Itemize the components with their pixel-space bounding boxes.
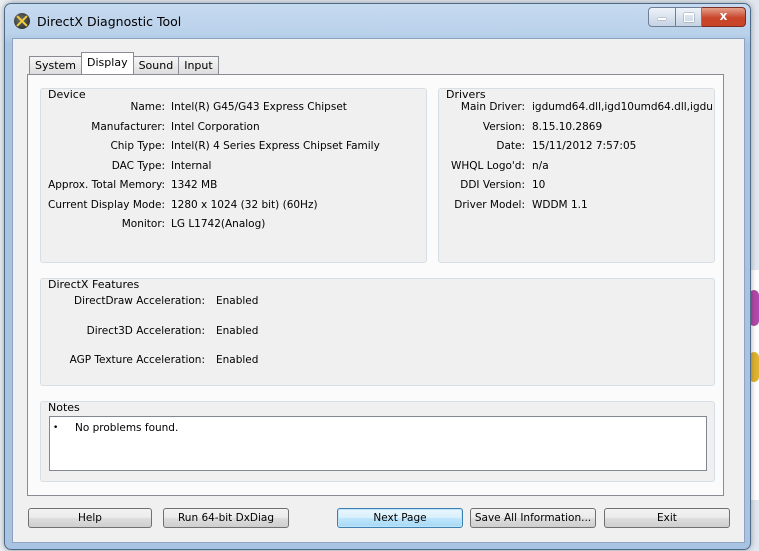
window-title: DirectX Diagnostic Tool <box>37 14 182 29</box>
title-bar[interactable]: DirectX Diagnostic Tool x <box>5 4 750 38</box>
maximize-button[interactable] <box>676 7 702 27</box>
device-label-manufacturer: Manufacturer: <box>91 121 165 133</box>
drivers-value-ddi-version: 10 <box>532 179 546 191</box>
notes-group: Notes • No problems found. <box>40 401 715 482</box>
drivers-label-date: Date: <box>496 140 525 152</box>
drivers-group: Drivers Main Driver: igdumd64.dll,igd10u… <box>438 88 715 263</box>
device-label-memory: Approx. Total Memory: <box>48 179 165 191</box>
feature-label-agp: AGP Texture Acceleration: <box>69 354 205 366</box>
client-area: System Display Sound Input Device Name: … <box>12 38 745 543</box>
device-label-monitor: Monitor: <box>121 218 165 230</box>
dxdiag-window: DirectX Diagnostic Tool x System Display… <box>4 3 751 550</box>
device-label-chip-type: Chip Type: <box>110 140 165 152</box>
device-label-display-mode: Current Display Mode: <box>48 199 165 211</box>
drivers-value-whql: n/a <box>532 160 549 172</box>
drivers-group-title: Drivers <box>446 88 486 101</box>
drivers-label-whql: WHQL Logo'd: <box>451 160 525 172</box>
notes-textbox[interactable]: • No problems found. <box>49 416 707 471</box>
device-value-name: Intel(R) G45/G43 Express Chipset <box>171 101 347 113</box>
minimize-button[interactable] <box>648 7 676 27</box>
minimize-icon <box>658 18 666 20</box>
drivers-value-version: 8.15.10.2869 <box>532 121 603 133</box>
drivers-label-driver-model: Driver Model: <box>454 199 525 211</box>
device-value-memory: 1342 MB <box>171 179 218 191</box>
drivers-value-driver-model: WDDM 1.1 <box>532 199 588 211</box>
device-label-name: Name: <box>130 101 165 113</box>
save-all-information-button[interactable]: Save All Information... <box>470 508 596 528</box>
feature-value-agp: Enabled <box>216 354 259 366</box>
next-page-button[interactable]: Next Page <box>337 508 463 528</box>
tab-strip: System Display Sound Input <box>29 52 219 74</box>
exit-button[interactable]: Exit <box>604 508 730 528</box>
close-icon: x <box>719 9 728 23</box>
display-tab-page: Device Name: Intel(R) G45/G43 Express Ch… <box>27 74 724 496</box>
drivers-value-main-driver: igdumd64.dll,igd10umd64.dll,igdumdx <box>532 101 712 113</box>
notes-bullet: • <box>53 423 59 433</box>
device-value-chip-type: Intel(R) 4 Series Express Chipset Family <box>171 140 380 152</box>
caption-buttons: x <box>648 7 746 27</box>
device-value-monitor: LG L1742(Analog) <box>171 218 266 230</box>
run-64bit-dxdiag-button[interactable]: Run 64-bit DxDiag <box>163 508 289 528</box>
feature-value-directdraw: Enabled <box>216 295 259 307</box>
close-button[interactable]: x <box>702 7 746 27</box>
device-label-dac-type: DAC Type: <box>111 160 165 172</box>
device-value-manufacturer: Intel Corporation <box>171 121 260 133</box>
tab-input[interactable]: Input <box>178 56 219 74</box>
help-button[interactable]: Help <box>28 508 152 528</box>
device-value-display-mode: 1280 x 1024 (32 bit) (60Hz) <box>171 199 318 211</box>
maximize-icon <box>684 13 694 22</box>
directx-icon[interactable] <box>14 13 30 29</box>
drivers-label-version: Version: <box>482 121 525 133</box>
tab-system[interactable]: System <box>29 56 83 74</box>
tab-display[interactable]: Display <box>81 52 134 74</box>
feature-value-direct3d: Enabled <box>216 325 259 337</box>
device-value-dac-type: Internal <box>171 160 212 172</box>
device-group: Device Name: Intel(R) G45/G43 Express Ch… <box>40 88 427 263</box>
directx-features-title: DirectX Features <box>48 278 140 291</box>
drivers-value-date: 15/11/2012 7:57:05 <box>532 140 637 152</box>
notes-item: No problems found. <box>75 422 179 434</box>
notes-title: Notes <box>48 401 80 414</box>
feature-label-directdraw: DirectDraw Acceleration: <box>74 295 205 307</box>
device-group-title: Device <box>48 88 86 101</box>
drivers-label-ddi-version: DDI Version: <box>460 179 525 191</box>
drivers-label-main-driver: Main Driver: <box>460 101 525 113</box>
feature-label-direct3d: Direct3D Acceleration: <box>86 325 205 337</box>
directx-features-group: DirectX Features DirectDraw Acceleration… <box>40 278 715 386</box>
tab-sound[interactable]: Sound <box>132 56 180 74</box>
